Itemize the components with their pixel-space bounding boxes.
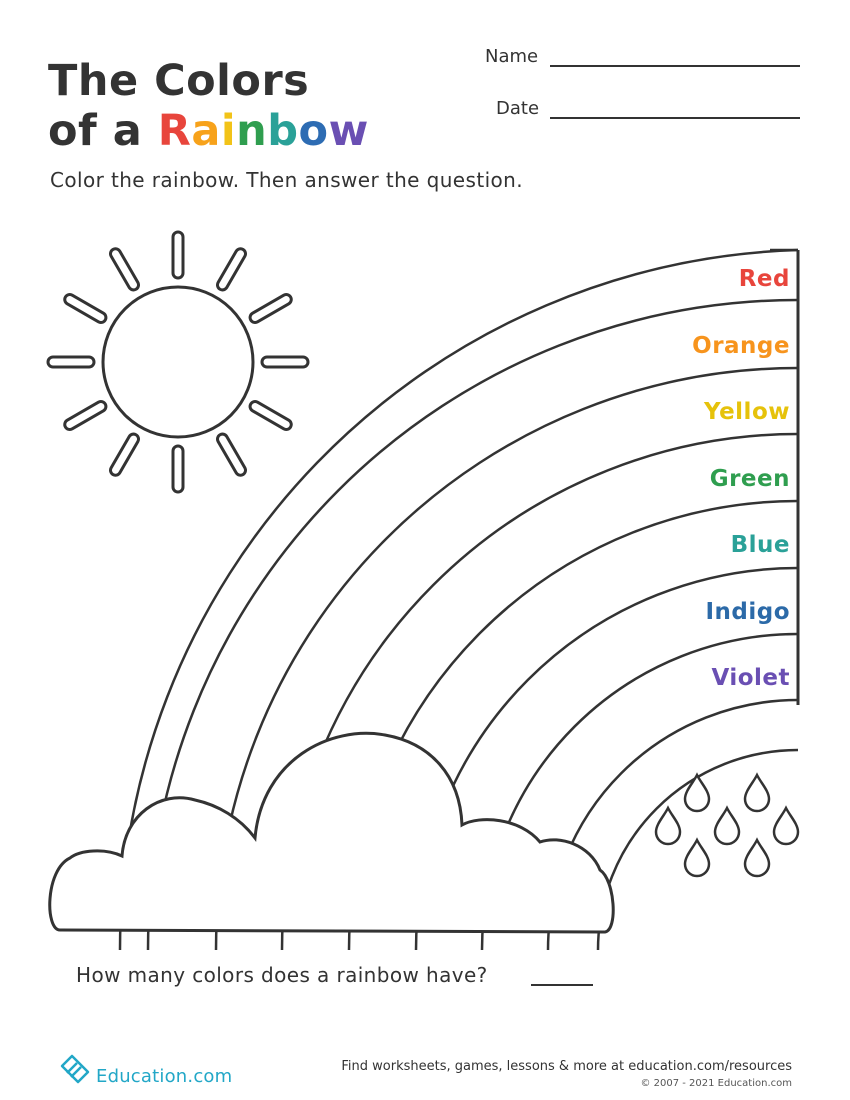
sun-ray bbox=[109, 247, 140, 292]
raindrop bbox=[654, 805, 682, 846]
sun-icon bbox=[46, 230, 310, 494]
raindrop bbox=[743, 837, 771, 878]
sun-ray bbox=[260, 355, 310, 369]
raindrop bbox=[683, 772, 711, 813]
education-logo[interactable]: Education.com bbox=[58, 1052, 232, 1088]
answer-line[interactable] bbox=[531, 984, 593, 986]
raindrop bbox=[713, 805, 741, 846]
sun-ray bbox=[216, 432, 248, 477]
sun-ray bbox=[171, 444, 185, 494]
band-label-violet: Violet bbox=[711, 665, 790, 691]
brand-name: Education.com bbox=[96, 1066, 233, 1087]
sun-ray bbox=[171, 230, 185, 280]
raindrop bbox=[743, 772, 771, 813]
sun-ray bbox=[248, 293, 293, 324]
sun-ray bbox=[63, 293, 108, 324]
band-label-yellow: Yellow bbox=[704, 399, 790, 425]
sun-ray bbox=[109, 432, 140, 477]
footer-tagline[interactable]: Find worksheets, games, lessons & more a… bbox=[341, 1059, 792, 1074]
band-label-indigo: Indigo bbox=[705, 599, 790, 625]
band-label-orange: Orange bbox=[692, 333, 790, 359]
band-label-blue: Blue bbox=[730, 532, 790, 558]
question: How many colors does a rainbow have? bbox=[76, 963, 488, 987]
band-label-green: Green bbox=[709, 466, 790, 492]
education-logo-icon bbox=[60, 1054, 90, 1084]
sun-ray bbox=[216, 247, 247, 292]
sun-ray bbox=[63, 400, 108, 432]
raindrop bbox=[772, 805, 800, 846]
copyright: © 2007 - 2021 Education.com bbox=[640, 1078, 792, 1089]
band-label-red: Red bbox=[738, 266, 790, 292]
raindrop bbox=[683, 837, 711, 878]
worksheet-art bbox=[46, 230, 800, 951]
sun-ray bbox=[46, 355, 96, 369]
sun-ray bbox=[248, 400, 293, 431]
cloud-icon bbox=[48, 731, 615, 934]
